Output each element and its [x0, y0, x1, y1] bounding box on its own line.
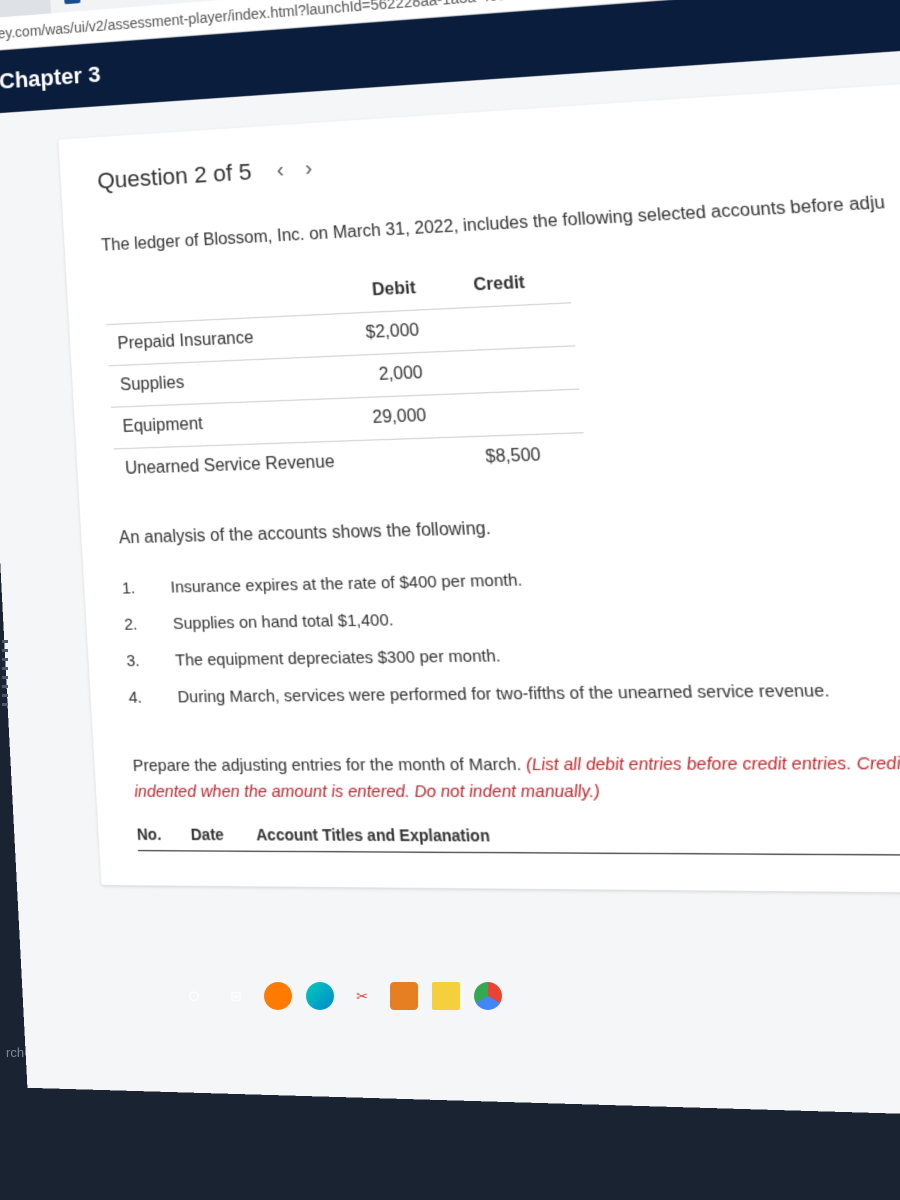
question-counter: Question 2 of 5: [97, 158, 253, 194]
edge-icon[interactable]: [306, 982, 334, 1010]
analysis-list: 1.Insurance expires at the rate of $400 …: [121, 549, 900, 716]
col-debit: Debit: [350, 266, 461, 313]
prev-question-button[interactable]: ‹: [276, 158, 285, 183]
content-area: Question 2 of 5 ‹ › The ledger of Blosso…: [0, 39, 900, 1123]
task-view-icon[interactable]: ⊟: [222, 982, 250, 1010]
search-icon[interactable]: O: [180, 982, 208, 1010]
question-card: Question 2 of 5 ‹ › The ledger of Blosso…: [58, 73, 900, 895]
accounts-table: Debit Credit Prepaid Insurance $2,000 Su…: [104, 261, 589, 491]
col-credit: Credit: [458, 261, 572, 308]
chrome-icon[interactable]: [474, 982, 502, 1010]
next-question-button[interactable]: ›: [304, 156, 313, 181]
wp-icon: WP: [64, 0, 81, 4]
file-explorer-icon[interactable]: [432, 982, 460, 1010]
question-intro: The ledger of Blossom, Inc. on March 31,…: [101, 181, 900, 259]
entry-table-header: No. Date Account Titles and Explanation …: [136, 825, 900, 857]
prepare-instructions: Prepare the adjusting entries for the mo…: [132, 750, 900, 806]
app-icon[interactable]: [390, 982, 418, 1010]
analysis-intro: An analysis of the accounts shows the fo…: [118, 504, 900, 549]
firefox-icon[interactable]: [264, 982, 292, 1010]
edge-text: rch: [6, 1045, 24, 1060]
snip-icon[interactable]: ✂: [348, 982, 376, 1010]
windows-taskbar: O ⊟ ✂: [180, 982, 502, 1010]
left-edge-decor: [2, 640, 8, 706]
